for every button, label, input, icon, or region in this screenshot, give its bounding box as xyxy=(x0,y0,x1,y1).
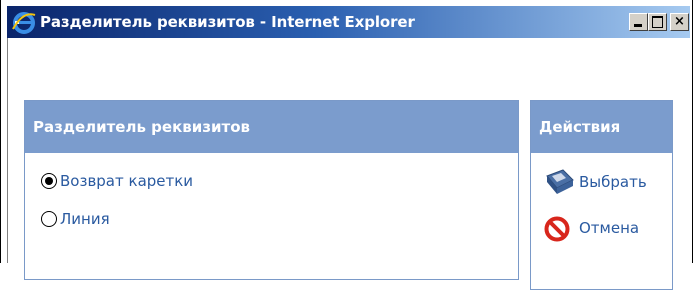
maximize-icon xyxy=(652,16,663,28)
option-carriage-return[interactable]: Возврат каретки xyxy=(41,169,193,193)
separator-panel: Разделитель реквизитов Возврат каретки Л… xyxy=(24,100,519,280)
radio-carriage-return[interactable] xyxy=(41,173,57,189)
minimize-button[interactable] xyxy=(629,13,648,31)
select-action[interactable]: Выбрать xyxy=(543,167,647,197)
option-carriage-return-label[interactable]: Возврат каретки xyxy=(60,172,193,190)
window-title: Разделитель реквизитов - Internet Explor… xyxy=(40,13,415,31)
title-bar[interactable]: Разделитель реквизитов - Internet Explor… xyxy=(7,6,690,38)
dialog-content: Разделитель реквизитов Возврат каретки Л… xyxy=(7,38,691,290)
browser-window: Разделитель реквизитов - Internet Explor… xyxy=(0,0,693,290)
select-action-label[interactable]: Выбрать xyxy=(579,173,647,191)
close-icon: × xyxy=(674,14,685,29)
radio-line[interactable] xyxy=(41,211,57,227)
actions-panel-header: Действия xyxy=(531,101,672,153)
separator-panel-header: Разделитель реквизитов xyxy=(25,101,518,153)
maximize-button[interactable] xyxy=(648,13,667,31)
actions-panel: Действия Выбрать Отмена xyxy=(530,100,673,290)
minimize-icon xyxy=(634,24,642,27)
ie-logo-icon xyxy=(12,12,36,34)
option-line[interactable]: Линия xyxy=(41,207,110,231)
cancel-icon xyxy=(544,216,570,242)
floppy-disk-icon xyxy=(546,169,574,194)
close-button[interactable]: × xyxy=(670,13,689,31)
option-line-label[interactable]: Линия xyxy=(60,210,110,228)
cancel-action-label[interactable]: Отмена xyxy=(579,219,639,237)
cancel-action[interactable]: Отмена xyxy=(543,213,639,243)
